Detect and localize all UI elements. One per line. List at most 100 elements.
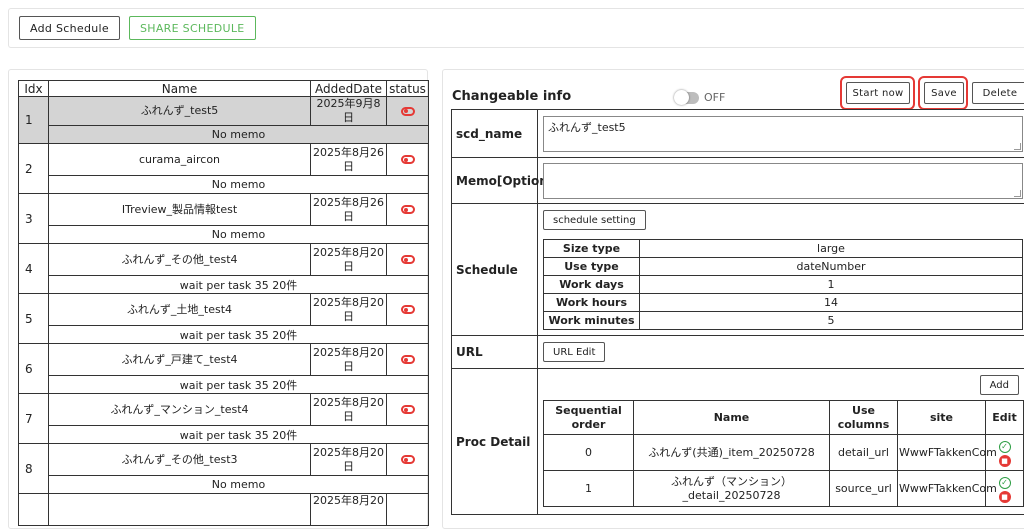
- row-memo: wait per task 35 20件: [49, 426, 429, 444]
- col-header-name: Name: [49, 81, 311, 97]
- status-cell: [387, 494, 429, 526]
- row-date: 2025年8月20日: [311, 244, 387, 276]
- row-memo: wait per task 35 20件: [49, 276, 429, 294]
- url-cell: URL Edit: [538, 336, 1024, 369]
- enable-toggle[interactable]: [675, 92, 699, 104]
- row-idx: 7: [19, 394, 49, 444]
- proc-site: WwwFTakkenCom: [898, 435, 986, 471]
- proc-order: 0: [544, 435, 634, 471]
- trash-icon[interactable]: ■: [999, 455, 1011, 467]
- save-button[interactable]: Save: [924, 82, 964, 104]
- row-date: 2025年8月26日: [311, 194, 387, 226]
- table-row[interactable]: 1 ふれんず_test5 2025年9月8日: [19, 97, 429, 126]
- trash-icon[interactable]: ■: [999, 491, 1011, 503]
- status-toggle-icon[interactable]: [401, 255, 415, 264]
- info-table: scd_name ふれんず_test5 Memo[Option] Schedul…: [451, 109, 1024, 515]
- row-name: curama_aircon: [49, 144, 311, 176]
- setting-row: Work hours 14: [544, 294, 1023, 312]
- proc-detail-label: Proc Detail: [452, 369, 538, 515]
- col-header-proc-name: Name: [634, 401, 830, 435]
- col-header-idx: Idx: [19, 81, 49, 97]
- status-cell: [387, 394, 429, 426]
- status-toggle-icon[interactable]: [401, 155, 415, 164]
- row-idx: 8: [19, 444, 49, 494]
- status-cell: [387, 294, 429, 326]
- proc-name: ふれんず（マンション）_detail_20250728: [634, 471, 830, 507]
- row-date: 2025年8月20日: [311, 444, 387, 476]
- status-toggle-icon[interactable]: [401, 355, 415, 364]
- proc-name: ふれんず(共通)_item_20250728: [634, 435, 830, 471]
- status-cell: [387, 97, 429, 126]
- table-row[interactable]: 5 ふれんず_土地_test4 2025年8月20日: [19, 294, 429, 326]
- memo-row: No memo: [19, 226, 429, 244]
- setting-row: Work days 1: [544, 276, 1023, 294]
- toggle-knob: [674, 90, 689, 105]
- proc-detail-cell: Add Sequential order Name Use columns si…: [538, 369, 1024, 515]
- scd-name-input[interactable]: ふれんず_test5: [543, 116, 1023, 152]
- table-row: 0 ふれんず(共通)_item_20250728 detail_url WwwF…: [544, 435, 1024, 471]
- status-toggle-icon[interactable]: [401, 455, 415, 464]
- table-row[interactable]: 8 ふれんず_その他_test3 2025年8月20日: [19, 444, 429, 476]
- schedule-settings-table: Size type large Use type dateNumber Work…: [543, 239, 1023, 330]
- add-schedule-button[interactable]: Add Schedule: [19, 16, 120, 40]
- memo-row: wait per task 35 20件: [19, 426, 429, 444]
- row-idx: [19, 494, 49, 526]
- row-idx: 4: [19, 244, 49, 294]
- schedule-setting-button[interactable]: schedule setting: [543, 210, 646, 230]
- row-name: ふれんず_その他_test3: [49, 444, 311, 476]
- status-cell: [387, 144, 429, 176]
- memo-cell: [538, 158, 1024, 204]
- setting-row: Work minutes 5: [544, 312, 1023, 330]
- col-header-status: status: [387, 81, 429, 97]
- row-memo: wait per task 35 20件: [49, 326, 429, 344]
- panel-title: Changeable info: [452, 89, 571, 104]
- status-toggle-icon[interactable]: [401, 405, 415, 414]
- row-date: 2025年8月20: [311, 494, 387, 526]
- col-header-edit: Edit: [986, 401, 1024, 435]
- start-now-button[interactable]: Start now: [846, 82, 910, 104]
- table-row[interactable]: 3 ITreview_製品情報test 2025年8月26日: [19, 194, 429, 226]
- scd-name-cell: ふれんず_test5: [538, 110, 1024, 158]
- toolbar: Add Schedule SHARE SCHEDULE: [8, 8, 1024, 48]
- row-date: 2025年8月26日: [311, 144, 387, 176]
- memo-input[interactable]: [543, 163, 1023, 199]
- col-header-sequential-order: Sequential order: [544, 401, 634, 435]
- table-row[interactable]: 7 ふれんず_マンション_test4 2025年8月20日: [19, 394, 429, 426]
- setting-key: Use type: [544, 258, 640, 276]
- check-icon[interactable]: ✓: [999, 477, 1011, 489]
- add-row: Add: [539, 370, 1023, 400]
- table-row[interactable]: 6 ふれんず_戸建て_test4 2025年8月20日: [19, 344, 429, 376]
- status-cell: [387, 194, 429, 226]
- setting-value: dateNumber: [640, 258, 1023, 276]
- check-icon[interactable]: ✓: [999, 441, 1011, 453]
- table-row[interactable]: 2025年8月20: [19, 494, 429, 526]
- memo-label: Memo[Option]: [452, 158, 538, 204]
- proc-columns: source_url: [830, 471, 898, 507]
- table-row: 1 ふれんず（マンション）_detail_20250728 source_url…: [544, 471, 1024, 507]
- status-toggle-icon[interactable]: [401, 205, 415, 214]
- status-cell: [387, 244, 429, 276]
- add-proc-button[interactable]: Add: [980, 375, 1019, 395]
- table-row[interactable]: 2 curama_aircon 2025年8月26日: [19, 144, 429, 176]
- table-row[interactable]: 4 ふれんず_その他_test4 2025年8月20日: [19, 244, 429, 276]
- row-idx: 3: [19, 194, 49, 244]
- share-schedule-button[interactable]: SHARE SCHEDULE: [129, 16, 256, 40]
- proc-columns: detail_url: [830, 435, 898, 471]
- row-idx: 6: [19, 344, 49, 394]
- toggle-label: OFF: [704, 91, 725, 104]
- memo-row: wait per task 35 20件: [19, 276, 429, 294]
- memo-row: No memo: [19, 126, 429, 144]
- setting-key: Size type: [544, 240, 640, 258]
- url-edit-button[interactable]: URL Edit: [543, 342, 605, 362]
- setting-key: Work days: [544, 276, 640, 294]
- row-name: ふれんず_test5: [49, 97, 311, 126]
- delete-button[interactable]: Delete: [972, 82, 1024, 104]
- status-toggle-icon[interactable]: [401, 305, 415, 314]
- setting-value: 1: [640, 276, 1023, 294]
- row-date: 2025年8月20日: [311, 394, 387, 426]
- row-memo: wait per task 35 20件: [49, 376, 429, 394]
- setting-value: 5: [640, 312, 1023, 330]
- memo-row: wait per task 35 20件: [19, 376, 429, 394]
- status-toggle-icon[interactable]: [401, 107, 415, 116]
- memo-row: No memo: [19, 476, 429, 494]
